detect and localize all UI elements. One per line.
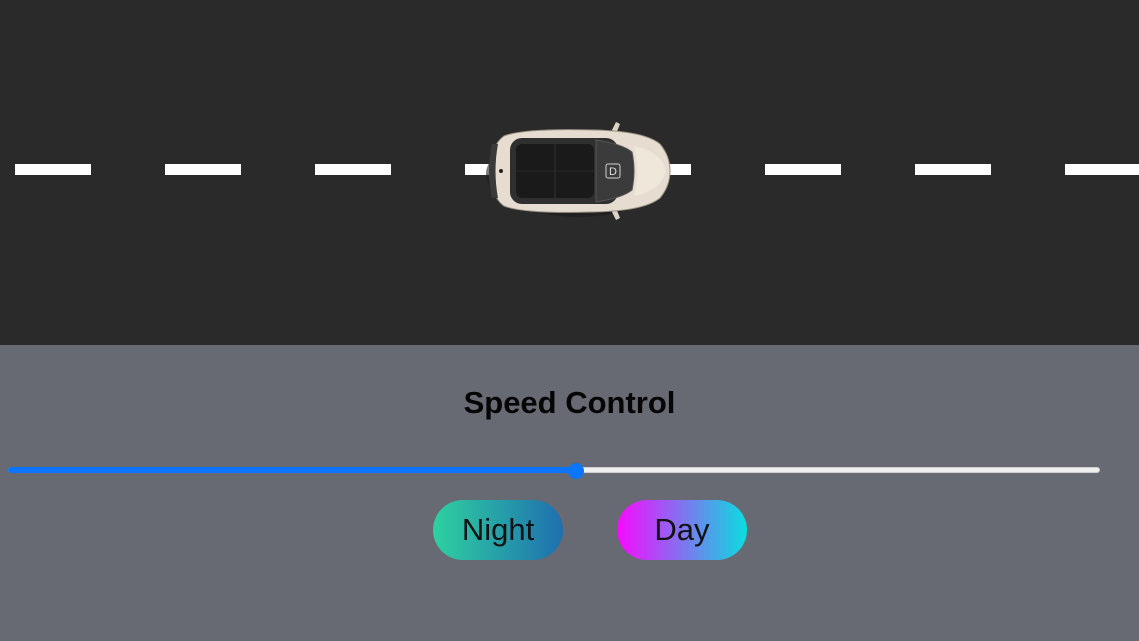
night-button[interactable]: Night (433, 500, 563, 560)
speed-slider[interactable] (8, 463, 1100, 479)
speed-control-title: Speed Control (463, 385, 676, 420)
car-icon: D (486, 122, 671, 220)
lane-dash (15, 164, 91, 175)
gear-label: D (609, 166, 617, 178)
lane-dash (1065, 164, 1139, 175)
slider-fill (8, 467, 576, 473)
road-scene: D (0, 0, 1139, 345)
lane-dash (915, 164, 991, 175)
control-panel: Speed Control Night Day (0, 345, 1139, 641)
lane-dash (315, 164, 391, 175)
slider-thumb[interactable] (567, 463, 584, 479)
lane-dash (765, 164, 841, 175)
day-button[interactable]: Day (617, 500, 747, 560)
lane-dash (165, 164, 241, 175)
